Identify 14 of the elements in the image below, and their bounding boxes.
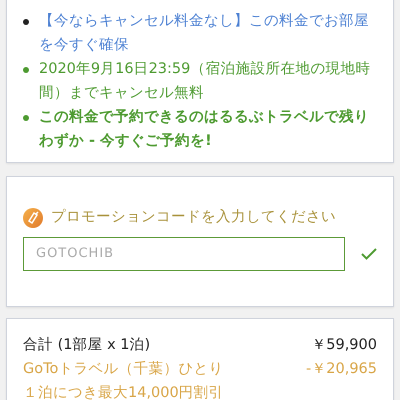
promo-label: プロモーションコードを入力してください xyxy=(51,208,336,227)
notice-link[interactable]: 【今ならキャンセル料金なし】この料金でお部屋を今すぐ確保 xyxy=(39,9,379,57)
promo-code-field[interactable]: GOTOCHIB xyxy=(23,236,345,271)
summary-amount: -￥20,965 xyxy=(306,360,377,379)
notice-text: この料金で予約できるのはるるぶトラベルで残りわずか - 今すぐご予約を! xyxy=(39,108,370,151)
tag-icon xyxy=(23,208,43,228)
bullet-icon xyxy=(23,67,29,73)
summary-label: １泊につき最大14,000円割引 xyxy=(23,384,224,400)
bullet-icon xyxy=(23,115,29,121)
notice-text: 2020年9月16日23:59（宿泊施設所在地の現地時間）までキャンセル無料 xyxy=(39,60,372,103)
summary-amount: ￥59,900 xyxy=(311,336,377,355)
summary-label: 合計 (1部屋 x 1泊) xyxy=(23,336,150,355)
bullet-icon xyxy=(23,19,29,25)
summary-label: GoToトラベル（千葉）ひとり xyxy=(23,360,224,379)
